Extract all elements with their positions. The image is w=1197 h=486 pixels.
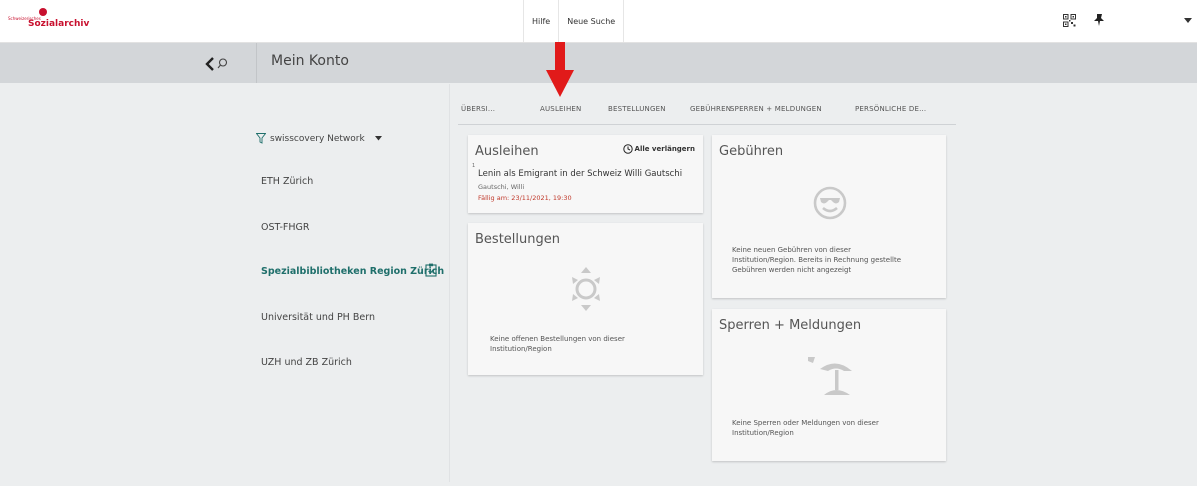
renew-clock-icon	[622, 144, 633, 154]
top-bar: Schweizerisches Sozialarchiv Hilfe Neue …	[0, 0, 1197, 43]
requests-title: Bestellungen	[475, 232, 560, 247]
account-header: Mein Konto	[0, 43, 1197, 83]
fees-title: Gebühren	[719, 144, 784, 159]
loans-title: Ausleihen	[475, 144, 539, 159]
loan-number: 1	[472, 163, 476, 169]
qr-code-icon[interactable]	[1063, 14, 1076, 27]
tab-personal-details[interactable]: PERSÖNLICHE DE...	[855, 105, 926, 113]
tab-loans[interactable]: AUSLEIHEN	[540, 105, 581, 113]
fees-card: Gebühren Keine neuen Gebühren von dieser…	[712, 135, 946, 298]
clipboard-check-icon	[425, 263, 437, 277]
institution-spezialbibliotheken-zurich[interactable]: Spezialbibliotheken Region Zürich	[261, 266, 444, 277]
blocks-messages-title: Sperren + Meldungen	[719, 318, 862, 333]
loan-title[interactable]: Lenin als Emigrant in der Schweiz Willi …	[478, 169, 682, 179]
top-icons	[1057, 0, 1197, 42]
network-filter-label: swisscovery Network	[270, 133, 365, 144]
fees-empty-text: Keine neuen Gebühren von dieser Institut…	[732, 246, 902, 274]
blocks-messages-card: Sperren + Meldungen Keine Sperren oder M…	[712, 309, 946, 461]
renew-all-label: Alle verlängern	[634, 145, 695, 153]
pin-icon[interactable]	[1093, 13, 1105, 27]
filter-icon	[256, 133, 266, 144]
institution-uzh-zb-zurich[interactable]: UZH und ZB Zürich	[261, 357, 352, 368]
nav-new-search-link[interactable]: Neue Suche	[558, 0, 625, 42]
smiley-sunglasses-icon	[813, 186, 847, 220]
chevron-left-icon	[205, 57, 214, 71]
nav-help-link[interactable]: Hilfe	[523, 0, 558, 42]
top-nav: Hilfe Neue Suche	[523, 0, 625, 42]
logo-mark-icon	[39, 8, 47, 16]
back-search-button[interactable]	[204, 56, 238, 72]
institution-ost-fhgr[interactable]: OST-FHGR	[261, 222, 309, 233]
loan-due-date: Fällig am: 23/11/2021, 19:30	[478, 194, 572, 202]
institution-eth-zurich[interactable]: ETH Zürich	[261, 176, 313, 187]
loans-card: Ausleihen Alle verlängern 1 Lenin als Em…	[468, 135, 703, 213]
annotation-arrow-icon	[546, 42, 574, 97]
requests-empty-text: Keine offenen Bestellungen von dieser In…	[490, 335, 625, 353]
network-filter-dropdown[interactable]: swisscovery Network	[256, 133, 382, 144]
tab-fees[interactable]: GEBÜHREN	[690, 105, 731, 113]
renew-all-button[interactable]: Alle verlängern	[622, 144, 695, 154]
search-icon	[217, 58, 228, 69]
logo-name: Sozialarchiv	[28, 19, 90, 29]
page-title: Mein Konto	[271, 53, 349, 69]
requests-card: Bestellungen Keine offenen Bestellungen …	[468, 223, 703, 375]
sozialarchiv-logo[interactable]: Schweizerisches Sozialarchiv	[8, 8, 89, 34]
tab-blocks-messages[interactable]: SPERREN + MELDUNGEN	[730, 105, 822, 113]
beach-umbrella-icon	[808, 357, 852, 395]
institution-uni-ph-bern[interactable]: Universität und PH Bern	[261, 312, 375, 323]
tab-requests[interactable]: BESTELLUNGEN	[608, 105, 666, 113]
requests-empty-icon	[572, 267, 600, 311]
caret-down-icon	[374, 136, 382, 141]
blocks-empty-text: Keine Sperren oder Meldungen von dieser …	[732, 419, 879, 437]
tab-overview[interactable]: ÜBERSI...	[461, 105, 495, 113]
loan-author: Gautschi, Willi	[478, 183, 525, 191]
institution-pane	[5, 84, 450, 482]
chevron-down-icon[interactable]	[1184, 18, 1192, 24]
account-tabs: ÜBERSI... AUSLEIHEN BESTELLUNGEN GEBÜHRE…	[458, 100, 956, 125]
header-divider	[256, 43, 257, 83]
